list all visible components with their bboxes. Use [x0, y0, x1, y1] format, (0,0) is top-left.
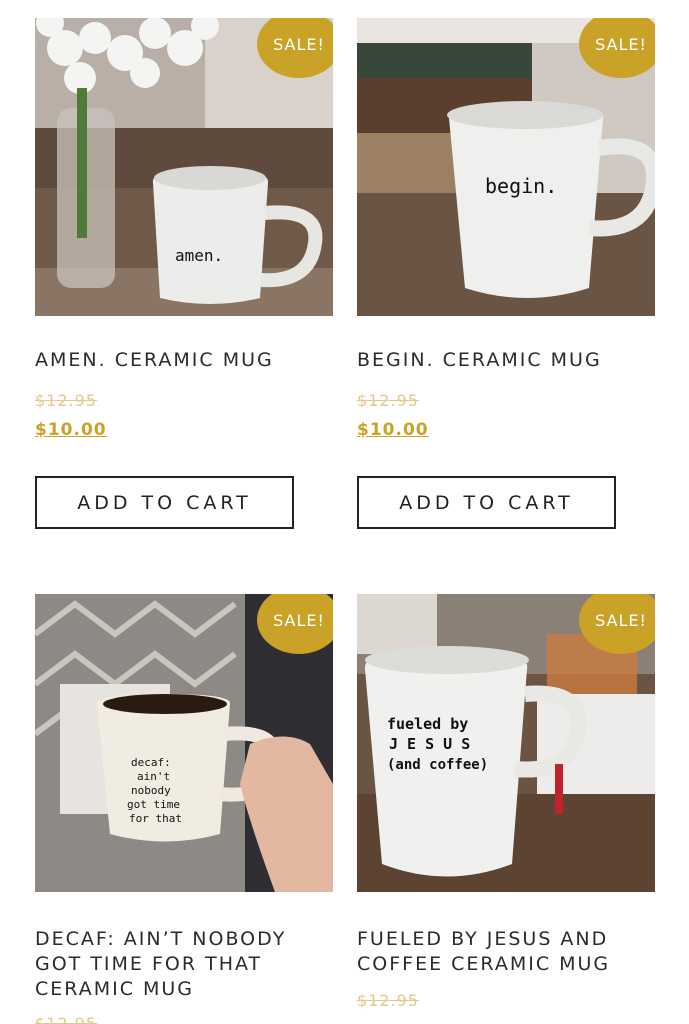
original-price: $12.95: [357, 391, 419, 410]
mug-text-line: nobody: [131, 784, 171, 797]
product-title[interactable]: BEGIN. CERAMIC MUG: [357, 348, 657, 373]
original-price: $12.95: [35, 391, 97, 410]
mug-text-line: fueled by: [387, 715, 468, 733]
sale-price: $10.00: [357, 420, 429, 440]
product-image[interactable]: decaf: ain't nobody got time for that SA…: [35, 594, 333, 892]
product-image[interactable]: amen. SALE!: [35, 18, 333, 316]
add-to-cart-button[interactable]: ADD TO CART: [357, 476, 616, 529]
mug-text-line: for that: [129, 812, 182, 825]
product-card: amen. SALE! AMEN. CERAMIC MUG $12.95 $10…: [35, 18, 333, 529]
mug-text-line: J E S U S: [389, 735, 470, 753]
mug-text-line: decaf:: [131, 756, 171, 769]
product-image[interactable]: begin. SALE!: [357, 18, 655, 316]
mug-text-line: (and coffee): [387, 757, 488, 773]
product-grid: amen. SALE! AMEN. CERAMIC MUG $12.95 $10…: [0, 0, 689, 1024]
product-card: begin. SALE! BEGIN. CERAMIC MUG $12.95 $…: [357, 18, 655, 529]
sale-price: $10.00: [35, 420, 107, 440]
mug-text: begin.: [485, 174, 557, 198]
original-price: $12.95: [35, 1014, 97, 1024]
mug-text-line: got time: [127, 798, 180, 811]
product-title[interactable]: DECAF: AIN’T NOBODY GOT TIME FOR THAT CE…: [35, 927, 335, 1002]
original-price: $12.95: [357, 991, 419, 1010]
product-card: fueled by J E S U S (and coffee) SALE! F…: [357, 594, 655, 1010]
product-title[interactable]: AMEN. CERAMIC MUG: [35, 348, 335, 373]
product-card: decaf: ain't nobody got time for that SA…: [35, 594, 333, 1024]
mug-text: amen.: [175, 246, 223, 265]
add-to-cart-button[interactable]: ADD TO CART: [35, 476, 294, 529]
product-image[interactable]: fueled by J E S U S (and coffee) SALE!: [357, 594, 655, 892]
mug-text-line: ain't: [137, 770, 170, 783]
product-title[interactable]: FUELED BY JESUS AND COFFEE CERAMIC MUG: [357, 927, 657, 977]
